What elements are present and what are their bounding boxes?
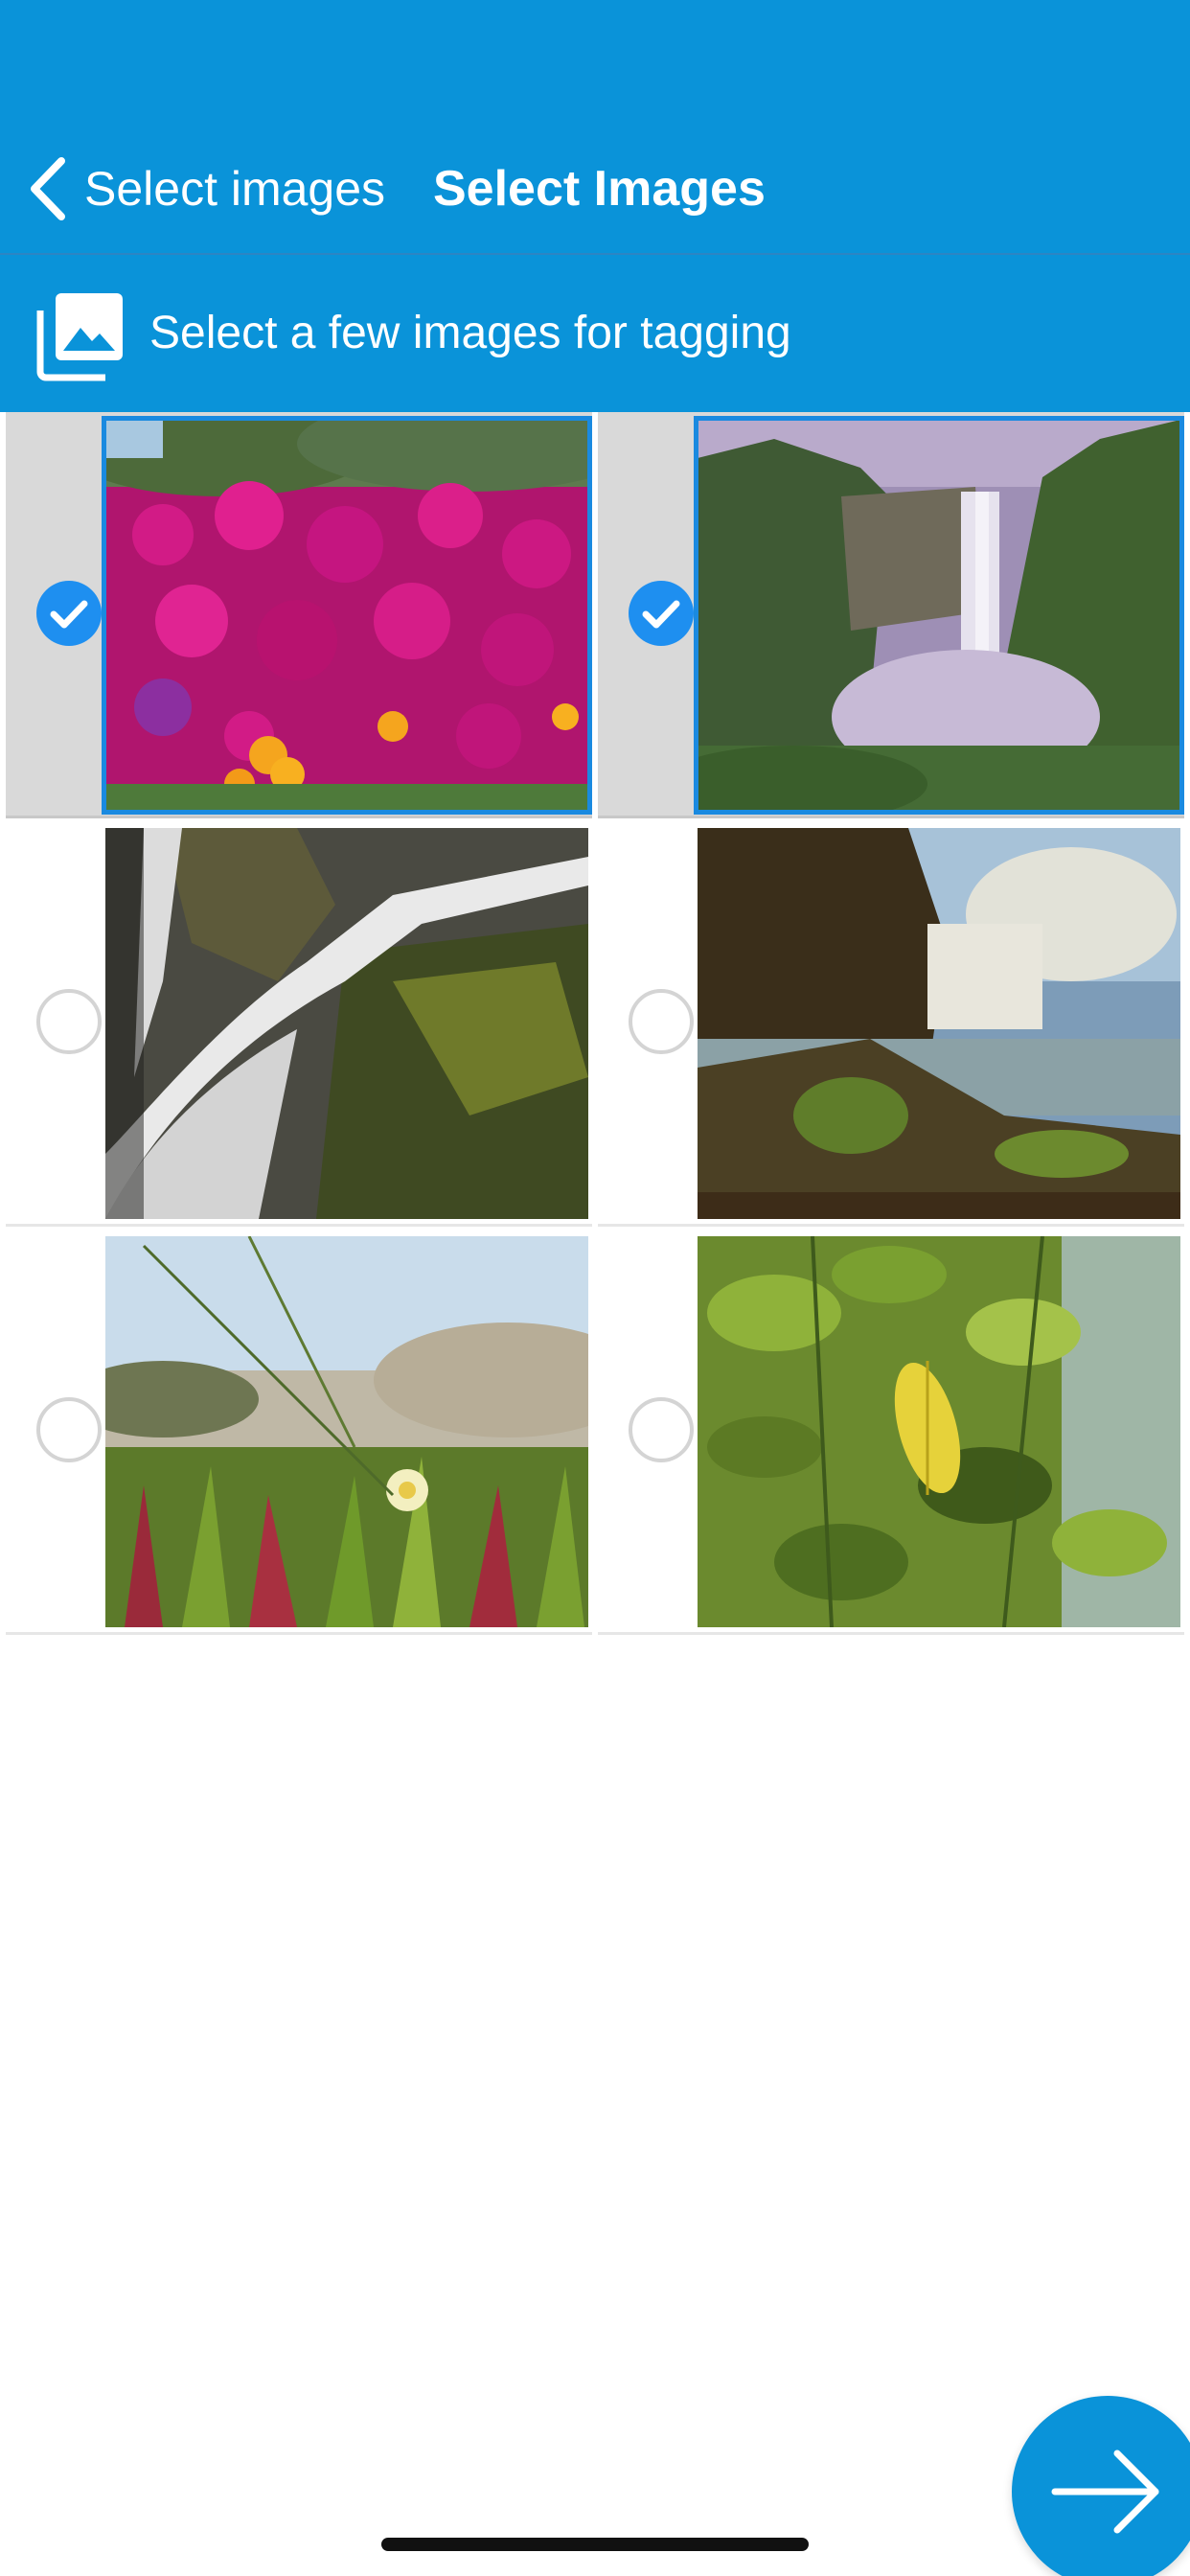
instruction-text: Select a few images for tagging [149, 308, 791, 358]
photo-library-icon [36, 293, 123, 381]
cell-divider [6, 816, 592, 818]
navigation-bar: Select images Select Images [0, 0, 1190, 253]
page-title: Select Images [433, 161, 766, 217]
image-thumbnail[interactable] [698, 828, 1180, 1219]
image-cell-2[interactable] [598, 412, 1184, 818]
arrow-right-icon [1051, 2450, 1159, 2534]
cell-divider [6, 1224, 592, 1227]
checkbox-unchecked[interactable] [36, 1397, 102, 1462]
instruction-banner: Select a few images for tagging [0, 255, 1190, 412]
image-cell-3[interactable] [6, 820, 592, 1227]
image-thumbnail[interactable] [698, 1236, 1180, 1627]
image-cell-5[interactable] [6, 1229, 592, 1635]
checkbox-checked[interactable] [629, 581, 694, 646]
cell-divider [6, 1632, 592, 1635]
image-thumbnail[interactable] [105, 828, 588, 1219]
back-button[interactable]: Select images [29, 153, 385, 224]
waterfall-rocks-image [105, 828, 588, 1219]
app-root: Select images Select Images Select a few… [0, 0, 1190, 2576]
checkmark-icon [50, 600, 88, 629]
green-leaves-image [698, 1236, 1180, 1627]
back-button-label: Select images [84, 162, 386, 216]
checkmark-icon [642, 600, 680, 629]
image-cell-1[interactable] [6, 412, 592, 818]
image-thumbnail[interactable] [105, 420, 588, 811]
home-indicator[interactable] [381, 2538, 809, 2551]
waterfall-canyon-image [698, 420, 1180, 811]
checkbox-unchecked[interactable] [36, 989, 102, 1054]
image-cell-4[interactable] [598, 820, 1184, 1227]
checkbox-unchecked[interactable] [629, 989, 694, 1054]
cell-divider [598, 1224, 1184, 1227]
waterfall-cliff-image [698, 828, 1180, 1219]
image-thumbnail[interactable] [698, 420, 1180, 811]
image-thumbnail[interactable] [105, 1236, 588, 1627]
cell-divider [598, 816, 1184, 818]
image-cell-6[interactable] [598, 1229, 1184, 1635]
cell-divider [598, 1632, 1184, 1635]
next-button[interactable] [1012, 2396, 1190, 2576]
ice-plant-image [105, 1236, 588, 1627]
flowers-image [105, 420, 588, 811]
checkbox-unchecked[interactable] [629, 1397, 694, 1462]
chevron-left-icon [31, 157, 65, 220]
checkbox-checked[interactable] [36, 581, 102, 646]
